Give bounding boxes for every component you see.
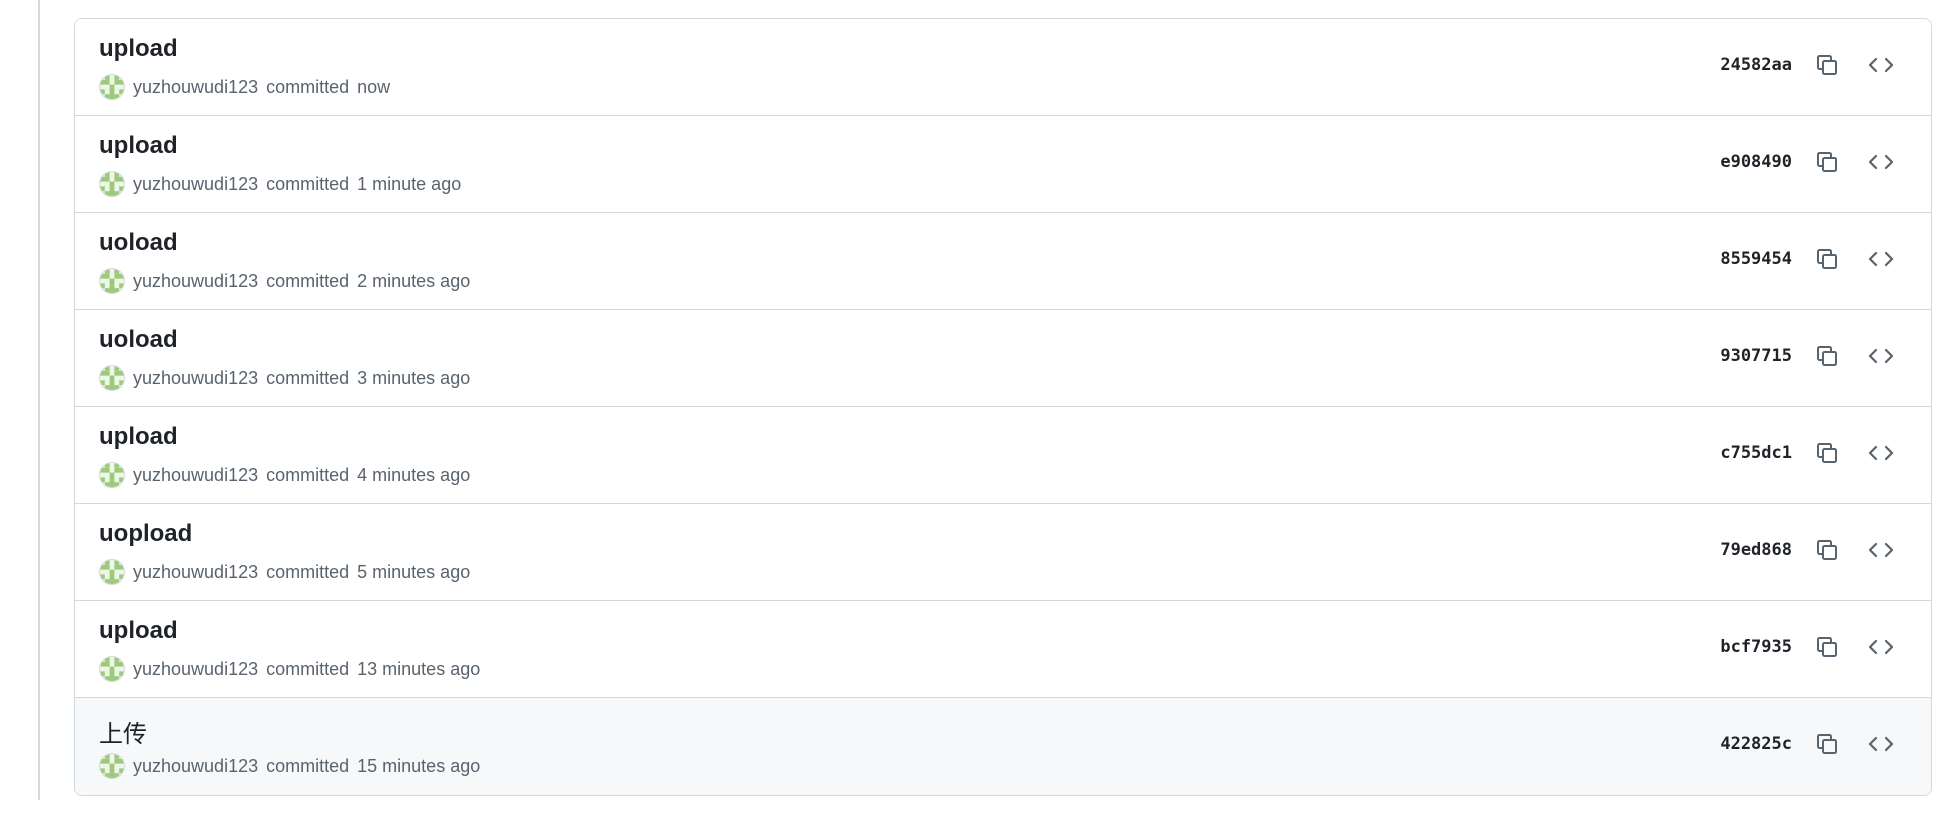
copy-icon bbox=[1815, 635, 1839, 664]
avatar[interactable] bbox=[99, 559, 125, 585]
commit-title-link[interactable]: uopload bbox=[99, 520, 192, 548]
author-link[interactable]: yuzhouwudi123 bbox=[133, 271, 258, 292]
commit-sha-link[interactable]: bcf7935 bbox=[1720, 637, 1792, 657]
code-icon bbox=[1868, 635, 1894, 664]
commit-row: uopload yuzhouwudi123 committed 5 minute… bbox=[75, 504, 1931, 601]
commit-sha-link[interactable]: 9307715 bbox=[1720, 346, 1792, 366]
avatar[interactable] bbox=[99, 268, 125, 294]
commit-time: now bbox=[357, 76, 391, 97]
commit-sha-link[interactable]: 79ed868 bbox=[1720, 540, 1792, 560]
commit-title-link[interactable]: upload bbox=[99, 617, 178, 645]
copy-sha-button[interactable] bbox=[1809, 340, 1845, 376]
browse-repo-button[interactable] bbox=[1863, 437, 1899, 473]
commit-sha-link[interactable]: c755dc1 bbox=[1720, 443, 1792, 463]
commit-row: upload yuzhouwudi123 committed 13 minute… bbox=[75, 601, 1931, 698]
commit-row: uoload yuzhouwudi123 committed 3 minutes… bbox=[75, 310, 1931, 407]
copy-icon bbox=[1815, 150, 1839, 179]
code-icon bbox=[1868, 150, 1894, 179]
copy-icon bbox=[1815, 53, 1839, 82]
code-icon bbox=[1868, 247, 1894, 276]
code-icon bbox=[1868, 53, 1894, 82]
commit-row: upload yuzhouwudi123 committed 4 minutes… bbox=[75, 407, 1931, 504]
commit-row: upload yuzhouwudi123 committed 1 minute … bbox=[75, 116, 1931, 213]
commit-time: 4 minutes ago bbox=[357, 464, 471, 485]
browse-repo-button[interactable] bbox=[1863, 146, 1899, 182]
commit-meta: yuzhouwudi123 committed 3 minutes ago bbox=[99, 364, 470, 392]
copy-icon bbox=[1815, 344, 1839, 373]
commit-sha-link[interactable]: 422825c bbox=[1720, 734, 1792, 754]
author-link[interactable]: yuzhouwudi123 bbox=[133, 465, 258, 486]
avatar[interactable] bbox=[99, 365, 125, 391]
copy-sha-button[interactable] bbox=[1809, 631, 1845, 667]
code-icon bbox=[1868, 344, 1894, 373]
commit-list: upload yuzhouwudi123 committed now 24582… bbox=[74, 18, 1932, 796]
commit-title-link[interactable]: uoload bbox=[99, 326, 178, 354]
copy-sha-button[interactable] bbox=[1809, 243, 1845, 279]
commit-title-link[interactable]: 上传 bbox=[99, 714, 147, 749]
browse-repo-button[interactable] bbox=[1863, 340, 1899, 376]
commit-title-link[interactable]: upload bbox=[99, 132, 178, 160]
commit-meta: yuzhouwudi123 committed 13 minutes ago bbox=[99, 655, 480, 683]
copy-sha-button[interactable] bbox=[1809, 146, 1845, 182]
commit-action: committed bbox=[266, 561, 350, 582]
commit-row: uoload yuzhouwudi123 committed 2 minutes… bbox=[75, 213, 1931, 310]
avatar[interactable] bbox=[99, 462, 125, 488]
commit-row: 上传 yuzhouwudi123 committed 15 minutes ag… bbox=[75, 698, 1931, 795]
avatar[interactable] bbox=[99, 656, 125, 682]
commit-meta: yuzhouwudi123 committed 15 minutes ago bbox=[99, 752, 480, 780]
commit-action: committed bbox=[266, 367, 350, 388]
copy-icon bbox=[1815, 538, 1839, 567]
commit-time: 5 minutes ago bbox=[357, 561, 471, 582]
author-link[interactable]: yuzhouwudi123 bbox=[133, 174, 258, 195]
commit-time: 1 minute ago bbox=[357, 173, 462, 194]
copy-sha-button[interactable] bbox=[1809, 534, 1845, 570]
copy-icon bbox=[1815, 441, 1839, 470]
browse-repo-button[interactable] bbox=[1863, 631, 1899, 667]
commit-sha-link[interactable]: 8559454 bbox=[1720, 249, 1792, 269]
commit-action: committed bbox=[266, 658, 350, 679]
commit-title-link[interactable]: upload bbox=[99, 35, 178, 63]
commit-action: committed bbox=[266, 270, 350, 291]
commit-sha-link[interactable]: 24582aa bbox=[1720, 55, 1792, 75]
commit-row: upload yuzhouwudi123 committed now 24582… bbox=[75, 19, 1931, 116]
commit-meta: yuzhouwudi123 committed 2 minutes ago bbox=[99, 267, 470, 295]
commit-action: committed bbox=[266, 173, 350, 194]
author-link[interactable]: yuzhouwudi123 bbox=[133, 562, 258, 583]
copy-sha-button[interactable] bbox=[1809, 728, 1845, 764]
avatar[interactable] bbox=[99, 74, 125, 100]
author-link[interactable]: yuzhouwudi123 bbox=[133, 77, 258, 98]
commit-title-link[interactable]: upload bbox=[99, 423, 178, 451]
avatar[interactable] bbox=[99, 753, 125, 779]
browse-repo-button[interactable] bbox=[1863, 243, 1899, 279]
code-icon bbox=[1868, 538, 1894, 567]
copy-icon bbox=[1815, 247, 1839, 276]
browse-repo-button[interactable] bbox=[1863, 534, 1899, 570]
code-icon bbox=[1868, 732, 1894, 761]
commit-meta: yuzhouwudi123 committed 4 minutes ago bbox=[99, 461, 470, 489]
author-link[interactable]: yuzhouwudi123 bbox=[133, 756, 258, 777]
commit-time: 13 minutes ago bbox=[357, 658, 481, 679]
commit-sha-link[interactable]: e908490 bbox=[1720, 152, 1792, 172]
commit-meta: yuzhouwudi123 committed 1 minute ago bbox=[99, 170, 461, 198]
commit-time: 3 minutes ago bbox=[357, 367, 471, 388]
timeline-line bbox=[38, 0, 40, 800]
code-icon bbox=[1868, 441, 1894, 470]
avatar[interactable] bbox=[99, 171, 125, 197]
commit-meta: yuzhouwudi123 committed now bbox=[99, 73, 390, 101]
author-link[interactable]: yuzhouwudi123 bbox=[133, 659, 258, 680]
commit-meta: yuzhouwudi123 committed 5 minutes ago bbox=[99, 558, 470, 586]
commit-time: 15 minutes ago bbox=[357, 755, 481, 776]
copy-sha-button[interactable] bbox=[1809, 49, 1845, 85]
browse-repo-button[interactable] bbox=[1863, 49, 1899, 85]
copy-icon bbox=[1815, 732, 1839, 761]
browse-repo-button[interactable] bbox=[1863, 728, 1899, 764]
commit-action: committed bbox=[266, 464, 350, 485]
commit-title-link[interactable]: uoload bbox=[99, 229, 178, 257]
author-link[interactable]: yuzhouwudi123 bbox=[133, 368, 258, 389]
commit-time: 2 minutes ago bbox=[357, 270, 471, 291]
commit-action: committed bbox=[266, 76, 350, 97]
commit-action: committed bbox=[266, 755, 350, 776]
copy-sha-button[interactable] bbox=[1809, 437, 1845, 473]
